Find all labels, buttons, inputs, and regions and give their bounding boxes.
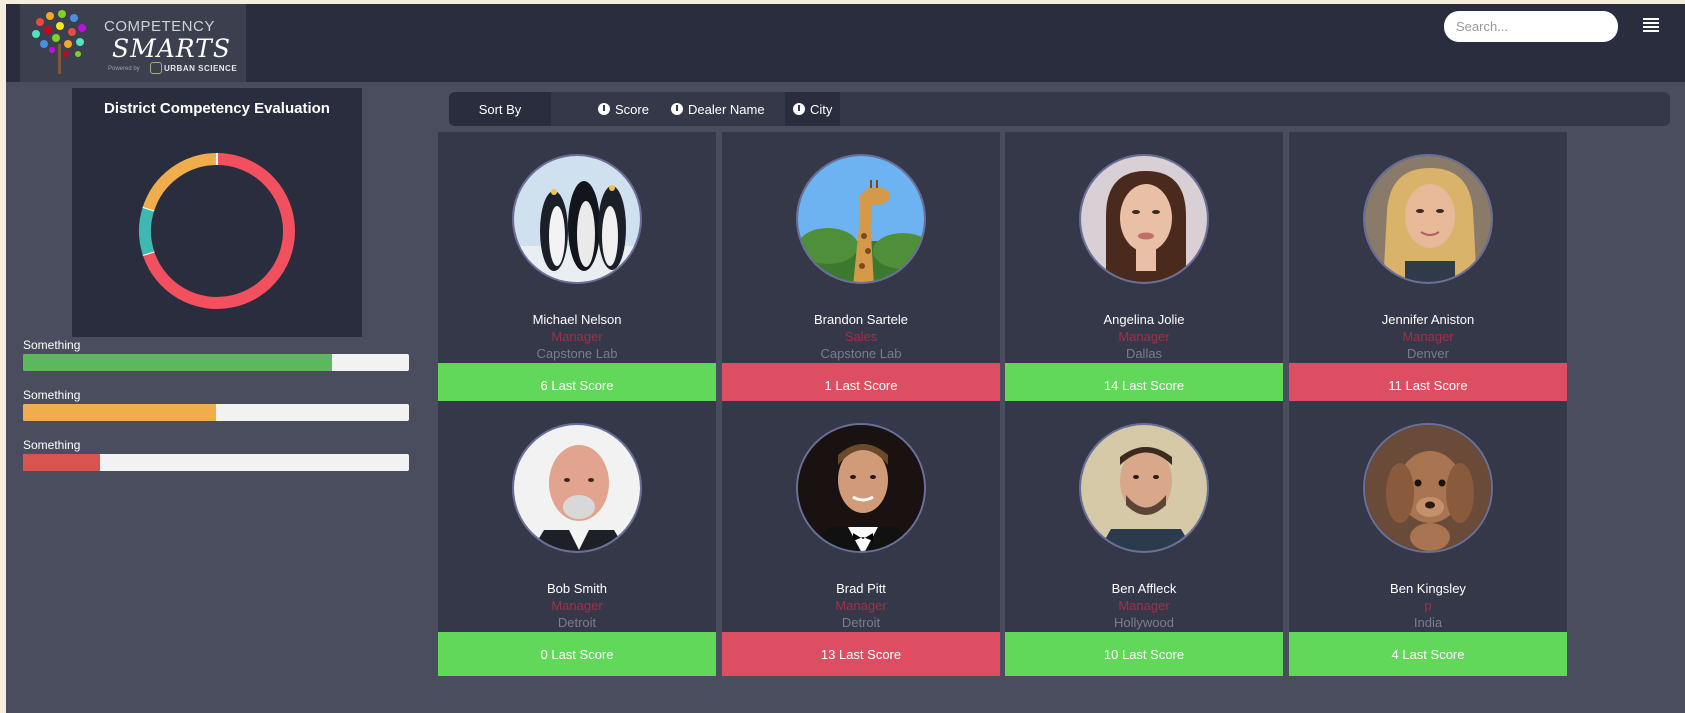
- dealer-city: Detroit: [557, 615, 597, 630]
- metric-label: Something: [23, 438, 81, 452]
- progress-bar-fill: [23, 354, 332, 371]
- progress-bar-track: [23, 404, 409, 421]
- progress-bar-track: [23, 354, 409, 371]
- metric-label: Something: [23, 388, 81, 402]
- dealer-role: Manager: [1118, 598, 1170, 613]
- metric-1: Something: [23, 338, 409, 371]
- logo-text-smarts: SMARTS: [112, 34, 231, 63]
- sort-by-label: Sort By: [449, 92, 551, 126]
- dealer-card[interactable]: Ben Affleck Manager Hollywood 10 Last Sc…: [1005, 401, 1283, 676]
- progress-bar-track: [23, 454, 409, 471]
- dealer-role: Manager: [551, 598, 603, 613]
- donut-slice-1: [139, 206, 155, 256]
- sort-dealer-name-label: Dealer Name: [688, 101, 765, 117]
- dealer-name: Ben Kingsley: [1390, 581, 1466, 596]
- dealer-name: Michael Nelson: [532, 312, 622, 327]
- search-input[interactable]: [1444, 11, 1618, 42]
- dealer-name: Jennifer Aniston: [1381, 312, 1475, 327]
- last-score-button[interactable]: 13 Last Score: [722, 632, 1000, 676]
- dealer-city: Capstone Lab: [820, 346, 902, 361]
- puppy-photo: [1365, 425, 1491, 551]
- dealer-name: Bob Smith: [547, 581, 607, 596]
- dealer-card[interactable]: Bob Smith Manager Detroit 0 Last Score: [438, 401, 716, 676]
- penguins-photo: [514, 156, 640, 282]
- dealer-city: Hollywood: [1114, 615, 1174, 630]
- avatar[interactable]: [796, 154, 926, 284]
- metric-2: Something: [23, 388, 409, 421]
- dealer-card[interactable]: Michael Nelson Manager Capstone Lab 6 La…: [438, 132, 716, 407]
- donut-slice-2: [142, 153, 218, 211]
- list-icon[interactable]: [1643, 18, 1659, 32]
- avatar[interactable]: [1079, 423, 1209, 553]
- logo-partner: URBAN SCIENCE: [164, 64, 238, 73]
- dealer-role: Manager: [551, 329, 603, 344]
- tree-logo-icon: [32, 10, 86, 74]
- dealer-card[interactable]: Brandon Sartele Sales Capstone Lab 1 Las…: [722, 132, 1000, 407]
- dealer-card[interactable]: Brad Pitt Manager Detroit 13 Last Score: [722, 401, 1000, 676]
- dealer-card[interactable]: Jennifer Aniston Manager Denver 11 Last …: [1289, 132, 1567, 407]
- competency-smarts-logo[interactable]: COMPETENCY SMARTS Powered by URBAN SCIEN…: [20, 4, 246, 82]
- avatar[interactable]: [512, 423, 642, 553]
- donut-chart: [139, 153, 295, 309]
- dealer-role: Manager: [1118, 329, 1170, 344]
- main-content: Sort By Score Dealer Name City Michael N…: [426, 82, 1685, 713]
- sort-city-label: City: [810, 101, 833, 117]
- progress-bar-fill: [23, 454, 101, 471]
- dealer-city: Capstone Lab: [536, 346, 618, 361]
- arrow-circle-down-icon: [671, 103, 683, 115]
- progress-bar-fill: [23, 404, 216, 421]
- district-evaluation-chart-card: District Competency Evaluation: [72, 88, 362, 337]
- metric-label: Something: [23, 338, 81, 352]
- last-score-button[interactable]: 0 Last Score: [438, 632, 716, 676]
- dealer-city: Detroit: [841, 615, 881, 630]
- woman-portrait-photo: [1081, 156, 1207, 282]
- dealer-city: Dallas: [1125, 346, 1163, 361]
- sort-dealer-name-option[interactable]: Dealer Name: [671, 92, 765, 126]
- blonde-woman-photo: [1365, 156, 1491, 282]
- avatar[interactable]: [1363, 154, 1493, 284]
- last-score-button[interactable]: 10 Last Score: [1005, 632, 1283, 676]
- dealer-role: p: [1424, 598, 1432, 613]
- avatar[interactable]: [1363, 423, 1493, 553]
- dealer-city: Denver: [1407, 346, 1449, 361]
- sort-score-option[interactable]: Score: [598, 92, 649, 126]
- dealer-name: Angelina Jolie: [1103, 312, 1185, 327]
- logo-powered-by: Powered by: [108, 66, 140, 72]
- logo-text-competency: COMPETENCY: [104, 18, 215, 35]
- dealer-role: Manager: [1402, 329, 1454, 344]
- man-portrait-photo: [1081, 425, 1207, 551]
- dealer-name: Brad Pitt: [836, 581, 886, 596]
- dealer-card[interactable]: Angelina Jolie Manager Dallas 14 Last Sc…: [1005, 132, 1283, 407]
- arrow-circle-down-icon: [598, 103, 610, 115]
- sort-bar: Sort By Score Dealer Name City: [449, 92, 1670, 126]
- urban-science-icon: [150, 62, 162, 74]
- chart-title: District Competency Evaluation: [104, 100, 330, 117]
- top-navbar: COMPETENCY SMARTS Powered by URBAN SCIEN…: [6, 4, 1685, 82]
- last-score-button[interactable]: 4 Last Score: [1289, 632, 1567, 676]
- arrow-circle-down-icon: [793, 103, 805, 115]
- giraffe-photo: [798, 156, 924, 282]
- man-tuxedo-photo: [798, 425, 924, 551]
- sort-city-option[interactable]: City: [785, 92, 841, 126]
- dealer-card[interactable]: Ben Kingsley p India 4 Last Score: [1289, 401, 1567, 676]
- bald-man-photo: [514, 425, 640, 551]
- dealer-name: Ben Affleck: [1111, 581, 1177, 596]
- dealer-name: Brandon Sartele: [814, 312, 908, 327]
- dealer-role: Sales: [844, 329, 878, 344]
- avatar[interactable]: [1079, 154, 1209, 284]
- sidebar: District Competency Evaluation Something…: [6, 82, 426, 713]
- app-window: COMPETENCY SMARTS Powered by URBAN SCIEN…: [6, 4, 1685, 713]
- dealer-role: Manager: [835, 598, 887, 613]
- avatar[interactable]: [512, 154, 642, 284]
- metric-3: Something: [23, 438, 409, 471]
- sort-score-label: Score: [615, 101, 649, 117]
- dealer-city: India: [1413, 615, 1443, 630]
- avatar[interactable]: [796, 423, 926, 553]
